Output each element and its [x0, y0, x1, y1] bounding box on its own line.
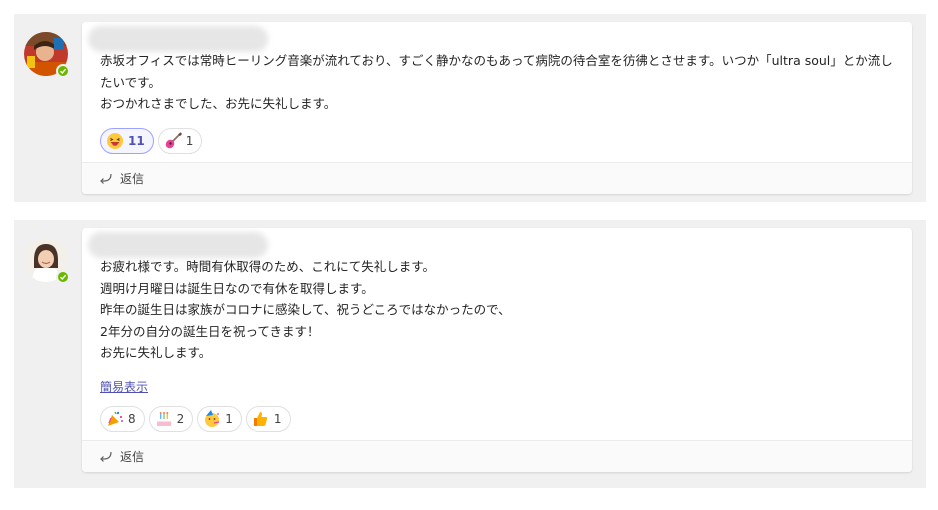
- message-card[interactable]: 赤坂オフィスでは常時ヒーリング音楽が流れており、すごく静かなのもあって病院の待合…: [82, 22, 912, 194]
- message-line: たいです。: [100, 74, 161, 90]
- avatar[interactable]: [24, 238, 70, 284]
- sender-name-redacted: [88, 232, 268, 258]
- reply-label: 返信: [120, 450, 145, 464]
- reaction-count: 1: [273, 412, 282, 426]
- reply-arrow-icon: [100, 173, 112, 184]
- presence-available-icon: [56, 270, 70, 284]
- reaction-thumbs-up[interactable]: 1: [245, 406, 291, 432]
- message-line: お先に失礼します。: [100, 345, 212, 360]
- laughing-face-icon: [107, 133, 123, 149]
- message-thread: 赤坂オフィスでは常時ヒーリング音楽が流れており、すごく静かなのもあって病院の待合…: [14, 14, 926, 202]
- reply-arrow-icon: [100, 451, 112, 462]
- message-line: お疲れ様です。時間有休取得のため、これにて失礼します。: [100, 259, 436, 274]
- message-body: 赤坂オフィスでは常時ヒーリング音楽が流れており、すごく静かなのもあって病院の待合…: [100, 50, 894, 115]
- message-thread: お疲れ様です。時間有休取得のため、これにて失礼します。 週明け月曜日は誕生日なの…: [14, 220, 926, 488]
- reaction-laughing[interactable]: 11: [100, 128, 154, 154]
- message-body: お疲れ様です。時間有休取得のため、これにて失礼します。 週明け月曜日は誕生日なの…: [100, 256, 894, 364]
- reply-label: 返信: [120, 172, 145, 186]
- reactions-bar: 8 2 1 1: [100, 406, 291, 432]
- reaction-party-popper[interactable]: 8: [100, 406, 145, 432]
- birthday-cake-icon: [156, 412, 171, 426]
- reaction-count: 8: [128, 412, 136, 426]
- reply-button[interactable]: 返信: [82, 440, 912, 472]
- avatar[interactable]: [24, 32, 70, 78]
- thumbs-up-icon: [253, 412, 268, 426]
- reaction-count: 11: [128, 134, 145, 148]
- message-line: 2年分の自分の誕生日を祝ってきます！: [100, 323, 320, 339]
- sender-name-redacted: [88, 26, 268, 52]
- message-line: 昨年の誕生日は家族がコロナに感染して、祝うどころではなかったので、: [100, 302, 511, 317]
- reaction-guitar[interactable]: 1: [157, 128, 203, 154]
- message-line: 週明け月曜日は誕生日なので有休を取得します。: [100, 280, 374, 296]
- reaction-count: 2: [176, 412, 185, 426]
- partying-face-icon: [205, 410, 220, 427]
- reactions-bar: 11 1: [100, 128, 203, 154]
- message-line: 赤坂オフィスでは常時ヒーリング音楽が流れており、すごく静かなのもあって病院の待合…: [100, 53, 893, 68]
- reply-button[interactable]: 返信: [82, 162, 912, 194]
- show-less-link[interactable]: 簡易表示: [100, 378, 148, 395]
- message-line: おつかれさまでした、お先に失礼します。: [100, 96, 337, 111]
- presence-available-icon: [56, 64, 70, 78]
- party-popper-icon: [108, 411, 123, 426]
- reaction-birthday-cake[interactable]: 2: [148, 406, 194, 432]
- reaction-count: 1: [225, 412, 233, 426]
- guitar-icon: [165, 132, 182, 149]
- message-card[interactable]: お疲れ様です。時間有休取得のため、これにて失礼します。 週明け月曜日は誕生日なの…: [82, 228, 912, 472]
- reaction-partying-face[interactable]: 1: [197, 406, 242, 432]
- reaction-count: 1: [185, 134, 194, 148]
